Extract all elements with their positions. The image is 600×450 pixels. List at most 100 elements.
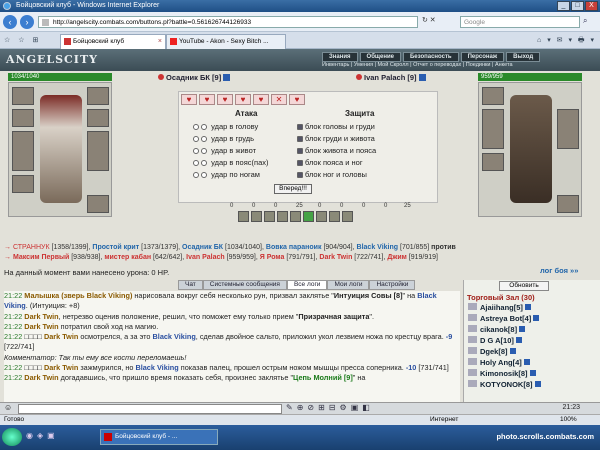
right-player-name[interactable]: Ivan Palach [9]	[356, 73, 426, 82]
taskbar-window-button[interactable]: Бойцовский клуб - ...	[100, 429, 218, 445]
user-list-item[interactable]: Astreya Bot[4]	[468, 314, 540, 323]
shield-slot[interactable]	[557, 109, 579, 149]
spell-slot[interactable]	[238, 211, 249, 222]
address-bar: ‹ › http://angelscity.combats.com/button…	[0, 12, 600, 32]
user-list-item[interactable]: Dgek[8]	[468, 347, 516, 356]
back-button[interactable]: ‹	[3, 15, 17, 29]
tab-settings[interactable]: Настройки	[369, 280, 416, 290]
attack-option[interactable]: удар в грудь	[193, 134, 254, 144]
boots-slot[interactable]	[557, 195, 579, 213]
smile-icon[interactable]: ☺	[4, 403, 12, 412]
spell-slot[interactable]	[264, 211, 275, 222]
attack-option[interactable]: удар в голову	[193, 122, 258, 132]
boots-slot[interactable]	[87, 195, 109, 213]
search-input[interactable]: Google	[460, 16, 580, 28]
refresh-stop-buttons[interactable]: ↻ ✕	[422, 16, 436, 24]
trick-icon[interactable]: ♥	[217, 94, 233, 105]
tab-my-logs[interactable]: Мои логи	[327, 280, 370, 290]
trick-icon[interactable]: ♥	[235, 94, 251, 105]
battle-log-link[interactable]: лог боя »»	[540, 266, 578, 275]
private-icon	[468, 314, 477, 321]
sub-menu[interactable]: Инвентарь | Умения | Мой Скролл | Отчет …	[322, 61, 513, 69]
gloves-slot[interactable]	[87, 109, 109, 127]
helmet-slot[interactable]	[482, 87, 504, 105]
info-icon[interactable]	[223, 74, 231, 81]
team-member[interactable]: СТРАННУК [1358/1399],	[13, 244, 91, 251]
maximize-button[interactable]: □	[571, 1, 584, 11]
refresh-button[interactable]: Обновить	[499, 281, 549, 291]
shield-slot[interactable]	[87, 131, 109, 171]
team-member[interactable]: Black Viking [701/855]	[357, 244, 430, 251]
team-member[interactable]: Я Рома [791/791],	[260, 254, 318, 261]
attack-option[interactable]: удар в пояс(пах)	[193, 158, 269, 168]
defense-option[interactable]: блок живота и пояса	[297, 146, 376, 156]
spell-slot[interactable]	[303, 211, 314, 222]
attack-option[interactable]: удар по ногам	[193, 170, 260, 180]
trick-icon[interactable]: ♥	[253, 94, 269, 105]
team-member[interactable]: Джим [919/919]	[387, 254, 438, 261]
armor-slot[interactable]	[482, 153, 504, 171]
minimize-button[interactable]: _	[557, 1, 570, 11]
user-list-item[interactable]: KOTYONOK[8]	[468, 380, 541, 389]
spell-slot[interactable]	[342, 211, 353, 222]
team-member[interactable]: Вовка параноик [904/904],	[266, 244, 355, 251]
trick-icon[interactable]: ✕	[271, 94, 287, 105]
close-window-button[interactable]: X	[585, 1, 598, 11]
defense-option[interactable]: блок пояса и ног	[297, 158, 363, 168]
team-member[interactable]: Максим Первый [938/938],	[13, 254, 102, 261]
tab-combats[interactable]: Бойцовский клуб ×	[60, 34, 166, 49]
belt-slot[interactable]	[12, 175, 34, 193]
left-avatar[interactable]	[8, 82, 112, 217]
user-list-item[interactable]: Kimonosik[8]	[468, 369, 536, 378]
earring-slot[interactable]	[87, 87, 109, 105]
page-tools-icons[interactable]: ⌂ ▾ ✉ ▾ 🖶 ▾	[537, 36, 596, 47]
defense-option[interactable]: блок головы и груди	[297, 122, 375, 132]
team-member[interactable]: Dark Twin [722/741],	[319, 254, 385, 261]
quick-launch-icons[interactable]: ◉◈▣	[26, 431, 59, 440]
trick-icon[interactable]: ♥	[181, 94, 197, 105]
team-member[interactable]: Простой крит [1373/1379],	[92, 244, 180, 251]
favorites-icons[interactable]: ☆ ☆ ⊞	[4, 36, 41, 44]
user-list-item[interactable]: Holy Ang[4]	[468, 358, 530, 367]
tab-system[interactable]: Системные сообщения	[202, 280, 287, 290]
start-button[interactable]	[2, 428, 22, 446]
armor-slot[interactable]	[12, 131, 34, 171]
zoom-level[interactable]: 100%	[560, 415, 577, 425]
left-player-name[interactable]: Осадник БК [9]	[158, 73, 231, 82]
spell-slot[interactable]	[251, 211, 262, 222]
chat-message: 21:22 □□□□ Dark Twin осмотрелся, а за эт…	[4, 332, 460, 353]
helmet-slot[interactable]	[12, 87, 34, 105]
right-avatar[interactable]	[478, 82, 582, 217]
defense-option[interactable]: блок ног и головы	[297, 170, 367, 180]
trick-icon[interactable]: ♥	[289, 94, 305, 105]
security-zone: Интернет	[430, 416, 459, 423]
tab-chat[interactable]: Чат	[178, 280, 203, 290]
tab-all-logs[interactable]: Все логи	[286, 280, 328, 290]
team-member[interactable]: Ivan Palach [959/959],	[186, 254, 258, 261]
info-icon	[519, 326, 526, 332]
trick-icon[interactable]: ♥	[199, 94, 215, 105]
team-member[interactable]: мистер кабан [642/642],	[104, 254, 184, 261]
user-list-item[interactable]: D G A[10]	[468, 336, 522, 345]
search-icon[interactable]: ⌕	[583, 16, 587, 26]
forward-button[interactable]: ›	[20, 15, 34, 29]
close-tab-icon[interactable]: ×	[158, 35, 162, 48]
chat-input[interactable]	[18, 404, 282, 414]
spell-slot[interactable]	[277, 211, 288, 222]
spell-slot[interactable]	[316, 211, 327, 222]
user-list-item[interactable]: cikanok[8]	[468, 325, 526, 334]
user-list-item[interactable]: Ajaiihang[5]	[468, 303, 531, 312]
chat-tool-icons[interactable]: ✎⊕⊘⊞⊟⚙▣◧	[286, 403, 374, 412]
weapon-slot[interactable]	[482, 109, 504, 149]
stat-value: 0	[384, 203, 388, 209]
weapon-slot[interactable]	[12, 109, 34, 127]
forward-button[interactable]: Вперед!!!	[274, 184, 312, 194]
tab-youtube[interactable]: YouTube - Akon - Sexy Bitch ...	[166, 34, 286, 49]
attack-option[interactable]: удар в живот	[193, 146, 256, 156]
spell-slot[interactable]	[290, 211, 301, 222]
info-icon[interactable]	[418, 74, 426, 81]
team-member[interactable]: Осадник БК [1034/1040],	[182, 244, 264, 251]
defense-option[interactable]: блок груди и живота	[297, 134, 375, 144]
url-input[interactable]: http://angelscity.combats.com/buttons.pl…	[38, 16, 418, 28]
spell-slot[interactable]	[329, 211, 340, 222]
